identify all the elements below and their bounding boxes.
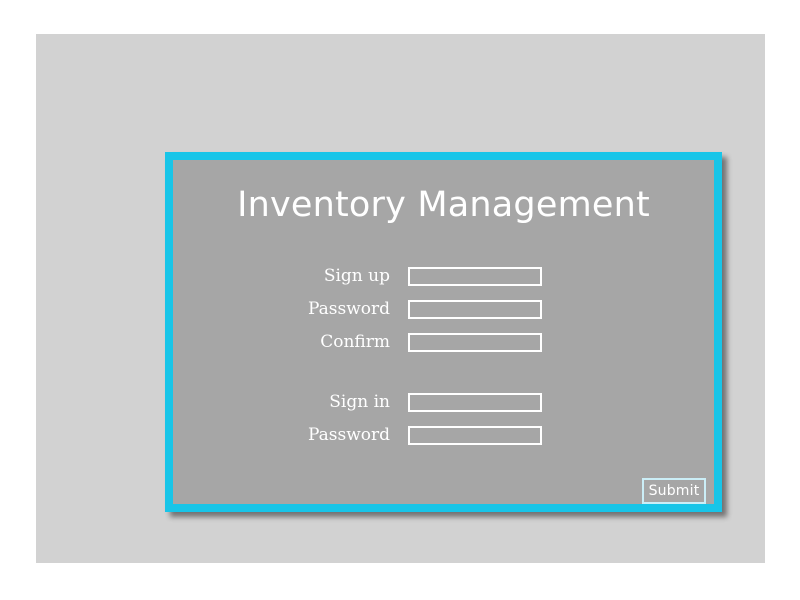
label-signup-username: Sign up — [323, 266, 390, 286]
login-card: Inventory Management Sign up Password Co… — [165, 152, 722, 512]
login-card-inner: Inventory Management Sign up Password Co… — [173, 160, 714, 504]
form-row-signup-password: Password — [173, 293, 714, 326]
signup-confirm-input[interactable] — [408, 333, 542, 352]
submit-button[interactable]: Submit — [642, 478, 706, 504]
page-title: Inventory Management — [237, 185, 650, 225]
form-row-signin-username: Sign in — [173, 386, 714, 419]
signin-password-input[interactable] — [408, 426, 542, 445]
label-signup-password: Password — [307, 299, 390, 319]
login-form: Sign up Password Confirm Sign in Passwor… — [173, 260, 714, 452]
form-row-signup-confirm: Confirm — [173, 326, 714, 359]
form-row-signup-username: Sign up — [173, 260, 714, 293]
slide-canvas: Inventory Management Sign up Password Co… — [36, 34, 765, 563]
label-signin-password: Password — [307, 425, 390, 445]
signin-username-input[interactable] — [408, 393, 542, 412]
label-signup-confirm: Confirm — [320, 332, 390, 352]
label-signin-username: Sign in — [329, 392, 390, 412]
form-section-divider — [173, 359, 714, 386]
signup-password-input[interactable] — [408, 300, 542, 319]
form-row-signin-password: Password — [173, 419, 714, 452]
signup-username-input[interactable] — [408, 267, 542, 286]
